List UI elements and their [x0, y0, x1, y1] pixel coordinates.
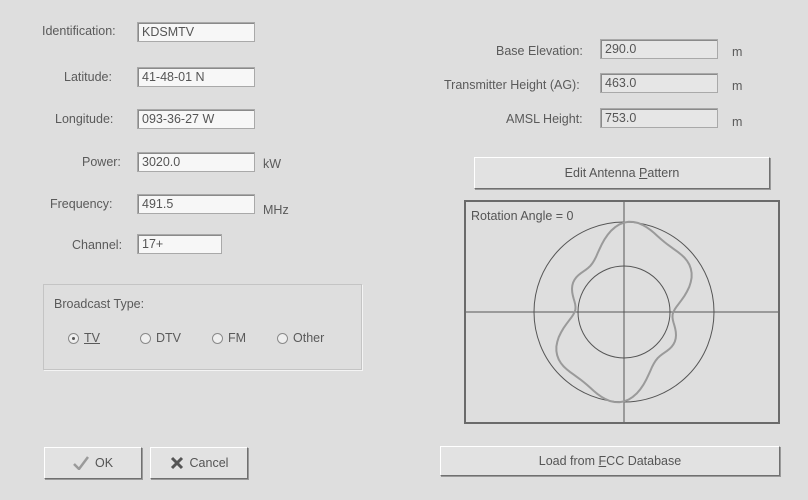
ok-button[interactable]: OK [44, 447, 142, 479]
amsl-height-label: AMSL Height: [506, 112, 583, 126]
latitude-label: Latitude: [64, 70, 112, 84]
radio-dtv-label: DTV [156, 331, 181, 345]
radio-dtv[interactable]: DTV [140, 331, 181, 345]
broadcast-type-title: Broadcast Type: [54, 297, 145, 311]
longitude-label: Longitude: [55, 112, 114, 126]
base-elevation-label: Base Elevation: [496, 44, 583, 58]
frequency-unit: MHz [263, 203, 289, 217]
transmitter-height-unit: m [732, 79, 743, 93]
load-fcc-database-button[interactable]: Load from FCC Database [440, 446, 780, 476]
radio-other[interactable]: Other [277, 331, 324, 345]
identification-field[interactable]: KDSMTV [137, 22, 255, 42]
channel-label: Channel: [72, 238, 123, 252]
close-icon [170, 456, 183, 470]
radio-fm[interactable]: FM [212, 331, 246, 345]
frequency-field[interactable]: 491.5 [137, 194, 255, 214]
edit-antenna-pattern-label: Edit Antenna Pattern [564, 166, 680, 180]
power-field[interactable]: 3020.0 [137, 152, 255, 172]
longitude-field[interactable]: 093-36-27 W [137, 109, 255, 129]
radio-dtv-indicator[interactable] [140, 332, 151, 344]
radio-other-indicator[interactable] [277, 332, 288, 344]
channel-field[interactable]: 17+ [137, 234, 222, 254]
edit-antenna-pattern-button[interactable]: Edit Antenna Pattern [474, 157, 770, 189]
identification-label: Identification: [42, 24, 116, 38]
radio-fm-indicator[interactable] [212, 332, 223, 344]
ok-label: OK [94, 456, 114, 470]
frequency-label: Frequency: [50, 197, 113, 211]
radio-tv-indicator[interactable] [68, 332, 79, 344]
amsl-height-field[interactable]: 753.0 [600, 108, 718, 128]
latitude-field[interactable]: 41-48-01 N [137, 67, 255, 87]
amsl-height-unit: m [732, 115, 743, 129]
base-elevation-field[interactable]: 290.0 [600, 39, 718, 59]
power-unit: kW [263, 157, 282, 171]
checkmark-icon [73, 456, 89, 470]
load-fcc-database-label: Load from FCC Database [538, 454, 682, 468]
transmitter-height-label: Transmitter Height (AG): [444, 78, 580, 92]
antenna-pattern-plot: Rotation Angle = 0 [464, 200, 780, 424]
radio-tv[interactable]: TV [68, 331, 100, 345]
base-elevation-unit: m [732, 45, 743, 59]
transmitter-height-field[interactable]: 463.0 [600, 73, 718, 93]
cancel-label: Cancel [189, 456, 229, 470]
radio-fm-label: FM [228, 331, 247, 345]
pattern-svg [466, 202, 778, 422]
cancel-button[interactable]: Cancel [150, 447, 248, 479]
power-label: Power: [82, 155, 121, 169]
radio-other-label: Other [293, 331, 325, 345]
radio-tv-label: TV [84, 331, 100, 345]
